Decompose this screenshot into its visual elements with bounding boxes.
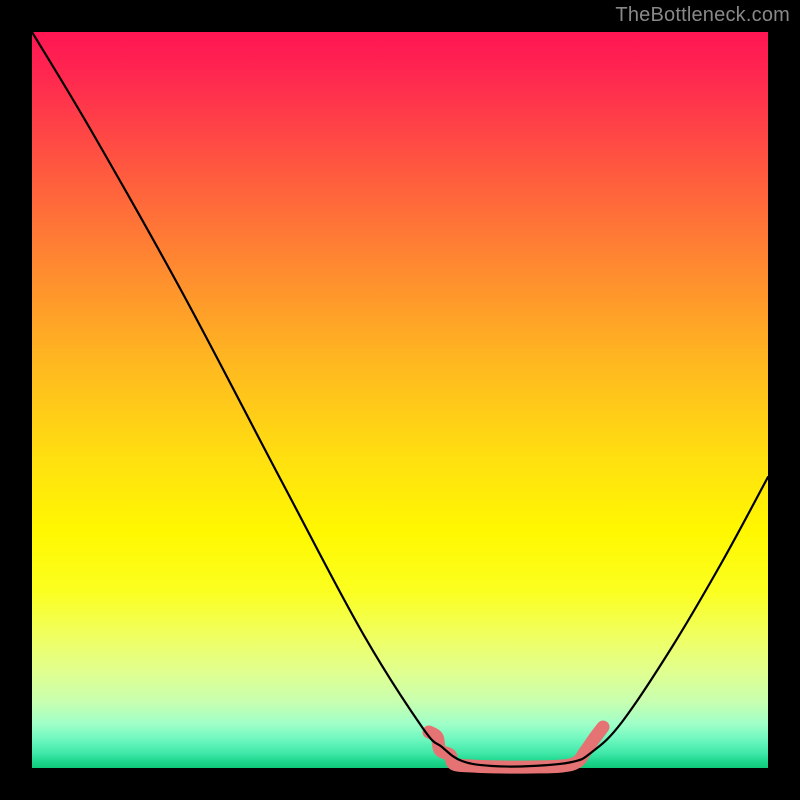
chart-container: TheBottleneck.com bbox=[0, 0, 800, 800]
watermark-text: TheBottleneck.com bbox=[615, 4, 790, 27]
plot-area bbox=[32, 32, 768, 768]
bottleneck-curve bbox=[32, 32, 768, 767]
curve-svg bbox=[32, 32, 768, 768]
